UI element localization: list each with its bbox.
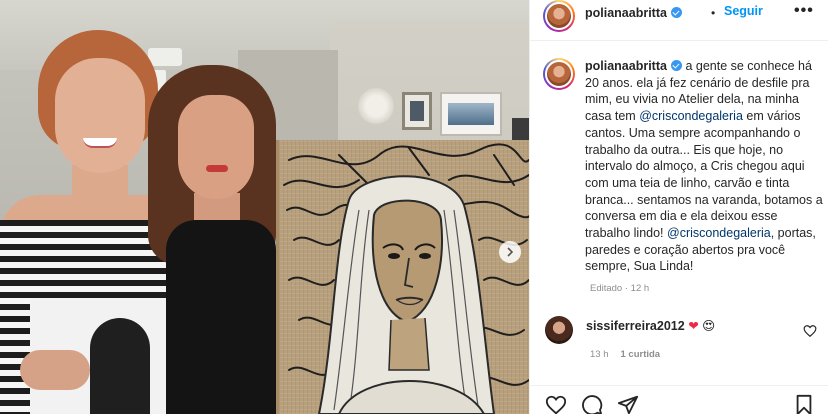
comment-likes[interactable]: 1 curtida (621, 349, 661, 360)
verified-badge-icon (670, 60, 682, 71)
separator-dot: • (711, 6, 716, 20)
comment-time: 13 h (590, 349, 609, 360)
heart-icon (545, 395, 567, 414)
post-header: polianaabritta • Seguir ••• (530, 0, 828, 41)
picture-frame-dark (512, 118, 529, 140)
commenter-username[interactable]: sissiferreira2012 (586, 319, 685, 333)
author-avatar[interactable] (543, 0, 575, 32)
save-button[interactable] (792, 394, 816, 414)
chevron-right-icon (507, 247, 514, 257)
comment-text: sissiferreira2012 ❤ 😍 (586, 318, 715, 333)
edited-timestamp: Editado · 12 h (590, 283, 650, 294)
artwork-portrait (276, 140, 529, 414)
comment-item: sissiferreira2012 ❤ 😍 13 h 1 curtida (530, 316, 828, 366)
share-icon (617, 395, 639, 414)
picture-frame-landscape (440, 92, 502, 136)
bookmark-icon (796, 394, 812, 414)
comment-button[interactable] (580, 394, 604, 414)
arm (20, 350, 90, 390)
next-photo-button[interactable] (499, 241, 521, 263)
caption-avatar[interactable] (543, 58, 575, 90)
woman-right (148, 65, 288, 414)
comment-heart-icon[interactable] (803, 324, 817, 338)
share-button[interactable] (616, 394, 640, 414)
wall-decoration (358, 88, 394, 124)
mention-link[interactable]: @criscondegaleria (667, 226, 771, 240)
post-photo[interactable] (0, 0, 529, 414)
more-options-icon[interactable]: ••• (794, 2, 814, 20)
post-sidebar: polianaabritta • Seguir ••• polianaabrit… (529, 0, 828, 414)
comment-icon (582, 395, 603, 414)
follow-button[interactable]: Seguir (724, 4, 763, 18)
picture-frame (402, 92, 432, 130)
commenter-avatar[interactable] (545, 316, 573, 344)
post-caption: polianaabritta a gente se conhece há 20 … (585, 58, 823, 275)
caption-username[interactable]: polianaabritta (585, 59, 682, 73)
like-button[interactable] (544, 394, 568, 414)
comment-meta: 13 h 1 curtida (590, 349, 660, 360)
heart-eyes-emoji: 😍 (702, 319, 716, 333)
mention-link[interactable]: @criscondegaleria (639, 109, 743, 123)
author-username[interactable]: polianaabritta (585, 6, 682, 20)
heart-emoji: ❤ (688, 319, 699, 333)
caption-text-2: em vários cantos. Uma sempre acompanhand… (585, 109, 823, 241)
verified-badge-icon (670, 7, 682, 18)
action-bar (530, 385, 828, 414)
